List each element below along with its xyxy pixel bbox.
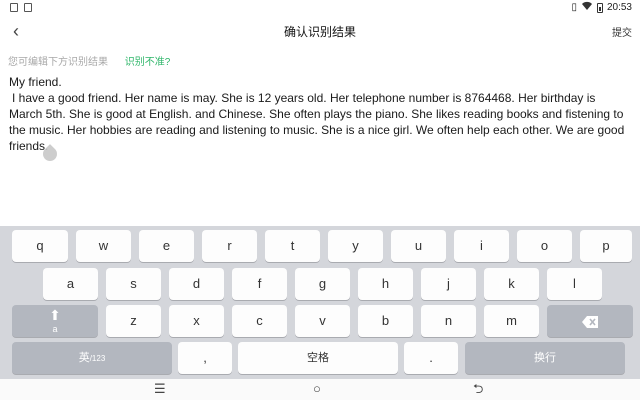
key-t[interactable]: t [265, 230, 320, 262]
battery-icon [596, 2, 603, 13]
key-m[interactable]: m [484, 305, 539, 337]
key-c[interactable]: c [232, 305, 287, 337]
status-time: 20:53 [606, 2, 632, 13]
lang-label: 英 [78, 352, 90, 364]
key-l[interactable]: l [547, 268, 602, 300]
shift-arrow-icon: ⬆ [49, 307, 61, 323]
system-nav-bar: ☰ ○ ⮌ [0, 379, 640, 400]
key-a[interactable]: a [43, 268, 98, 300]
lang-sub-label: /123 [89, 354, 106, 363]
menu-icon[interactable]: ☰ [154, 380, 166, 398]
wifi-icon [581, 1, 593, 14]
key-r[interactable]: r [202, 230, 257, 262]
image-notification-icon [10, 3, 18, 12]
notification-icons [10, 3, 32, 12]
key-p[interactable]: p [580, 230, 632, 262]
key-k[interactable]: k [484, 268, 539, 300]
key-w[interactable]: w [76, 230, 131, 262]
key-f[interactable]: f [232, 268, 287, 300]
status-right: ▯ 20:53 [571, 1, 632, 14]
backspace-key[interactable] [547, 305, 633, 337]
key-v[interactable]: v [295, 305, 350, 337]
key-u[interactable]: u [391, 230, 446, 262]
hint-row: 您可编辑下方识别结果 识别不准? [8, 53, 170, 68]
key-h[interactable]: h [358, 268, 413, 300]
key-j[interactable]: j [421, 268, 476, 300]
key-x[interactable]: x [169, 305, 224, 337]
key-q[interactable]: q [12, 230, 68, 262]
status-bar: ▯ 20:53 [0, 0, 640, 16]
vibrate-icon: ▯ [571, 2, 577, 13]
space-key[interactable]: 空格 [238, 342, 398, 374]
comma-key[interactable]: , [178, 342, 232, 374]
file-notification-icon [24, 3, 32, 12]
home-icon[interactable]: ○ [313, 380, 321, 398]
language-switch-key[interactable]: 英/123 [12, 342, 172, 374]
inaccurate-link[interactable]: 识别不准? [125, 57, 171, 68]
header: ‹ 确认识别结果 提交 [0, 16, 640, 46]
recognized-text-editor[interactable]: My friend. I have a good friend. Her nam… [9, 74, 629, 154]
submit-button[interactable]: 提交 [612, 24, 632, 39]
key-y[interactable]: y [328, 230, 383, 262]
back-nav-icon[interactable]: ⮌ [473, 380, 483, 398]
backspace-icon [582, 313, 598, 328]
key-g[interactable]: g [295, 268, 350, 300]
key-b[interactable]: b [358, 305, 413, 337]
page-title: 确认识别结果 [283, 25, 356, 39]
shift-key[interactable]: ⬆ a [12, 305, 98, 337]
key-z[interactable]: z [106, 305, 161, 337]
key-e[interactable]: e [139, 230, 194, 262]
soft-keyboard: q w e r t y u i o p a s d f g h j k l ⬆ … [0, 226, 640, 379]
key-o[interactable]: o [517, 230, 572, 262]
enter-key[interactable]: 换行 [465, 342, 625, 374]
text-paragraph: I have a good friend. Her name is may. S… [9, 91, 625, 153]
text-line-title: My friend. [9, 75, 62, 89]
key-s[interactable]: s [106, 268, 161, 300]
key-n[interactable]: n [421, 305, 476, 337]
period-key[interactable]: . [404, 342, 458, 374]
key-i[interactable]: i [454, 230, 509, 262]
key-d[interactable]: d [169, 268, 224, 300]
edit-hint: 您可编辑下方识别结果 [8, 57, 108, 68]
shift-sub-label: a [52, 324, 58, 334]
